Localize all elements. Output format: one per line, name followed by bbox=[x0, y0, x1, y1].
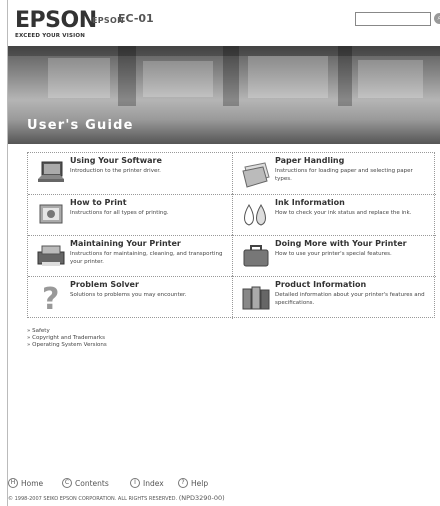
section-ink-information[interactable]: Ink Information How to check your ink st… bbox=[232, 194, 436, 235]
print-icon bbox=[39, 204, 63, 224]
extra-links: Safety Copyright and Trademarks Operatin… bbox=[27, 328, 107, 349]
section-title: Maintaining Your Printer bbox=[70, 239, 181, 248]
section-doing-more[interactable]: Doing More with Your Printer How to use … bbox=[232, 235, 436, 276]
section-using-your-software[interactable]: Using Your Software Introduction to the … bbox=[28, 153, 232, 194]
search-input[interactable] bbox=[355, 12, 431, 26]
banner-image: User's Guide bbox=[8, 46, 440, 144]
footer-nav: H Home C Contents I Index ? Help bbox=[8, 478, 440, 492]
section-maintaining-your-printer[interactable]: Maintaining Your Printer Instructions fo… bbox=[28, 235, 232, 276]
section-desc: Detailed information about your printer'… bbox=[275, 292, 425, 306]
link-os-versions[interactable]: Operating System Versions bbox=[27, 342, 107, 349]
section-paper-handling[interactable]: Paper Handling Instructions for loading … bbox=[232, 153, 436, 194]
section-title: Problem Solver bbox=[70, 280, 139, 289]
section-how-to-print[interactable]: How to Print Instructions for all types … bbox=[28, 194, 232, 235]
nav-contents[interactable]: C Contents bbox=[62, 478, 109, 488]
section-desc: How to use your printer's special featur… bbox=[275, 251, 392, 257]
copyright: © 1998-2007 SEIKO EPSON CORPORATION. ALL… bbox=[8, 494, 225, 502]
svg-text:?: ? bbox=[42, 282, 59, 313]
logo-tagline: EXCEED YOUR VISION bbox=[15, 33, 86, 39]
section-title: Using Your Software bbox=[70, 156, 162, 165]
ink-drops-icon bbox=[244, 204, 266, 226]
contents-icon: C bbox=[62, 478, 72, 488]
link-copyright[interactable]: Copyright and Trademarks bbox=[27, 335, 107, 342]
section-desc: Instructions for loading paper and selec… bbox=[275, 168, 413, 182]
search-icon[interactable]: ⌕ bbox=[434, 13, 440, 24]
laptop-icon bbox=[38, 161, 64, 182]
nav-label: Contents bbox=[75, 478, 109, 488]
section-problem-solver[interactable]: ? Problem Solver Solutions to problems y… bbox=[28, 276, 232, 319]
nav-help[interactable]: ? Help bbox=[178, 478, 208, 488]
epson-logo[interactable]: EPSON EXCEED YOUR VISION bbox=[15, 8, 97, 40]
model-name: EC-01 bbox=[118, 12, 154, 25]
section-desc: How to check your ink status and replace… bbox=[275, 210, 412, 216]
section-desc: Solutions to problems you may encounter. bbox=[70, 292, 187, 298]
nav-label: Help bbox=[191, 478, 209, 488]
section-desc: Instructions for maintaining, cleaning, … bbox=[70, 251, 223, 265]
bag-icon bbox=[243, 245, 269, 267]
section-product-information[interactable]: Product Information Detailed information… bbox=[232, 276, 436, 319]
logo-word: EPSON bbox=[15, 8, 97, 33]
index-icon: I bbox=[130, 478, 140, 488]
document-code: (NPD3290-00) bbox=[178, 494, 225, 502]
section-title: Doing More with Your Printer bbox=[275, 239, 407, 248]
link-safety[interactable]: Safety bbox=[27, 328, 107, 335]
section-title: Paper Handling bbox=[275, 156, 345, 165]
files-icon bbox=[242, 286, 270, 310]
nav-label: Index bbox=[143, 478, 164, 488]
nav-home[interactable]: H Home bbox=[8, 478, 43, 488]
section-title: How to Print bbox=[70, 198, 127, 207]
section-title: Ink Information bbox=[275, 198, 345, 207]
paper-icon bbox=[242, 162, 270, 188]
section-desc: Introduction to the printer driver. bbox=[70, 168, 161, 174]
section-grid: Using Your Software Introduction to the … bbox=[27, 152, 436, 319]
copyright-text: © 1998-2007 SEIKO EPSON CORPORATION. ALL… bbox=[8, 496, 178, 502]
question-icon: ? bbox=[42, 282, 59, 313]
nav-label: Home bbox=[21, 478, 44, 488]
help-icon: ? bbox=[178, 478, 188, 488]
home-icon: H bbox=[8, 478, 18, 488]
nav-index[interactable]: I Index bbox=[130, 478, 164, 488]
section-desc: Instructions for all types of printing. bbox=[70, 210, 169, 216]
section-title: Product Information bbox=[275, 280, 367, 289]
header: EPSON EXCEED YOUR VISION EPSON EC-01 ⌕ bbox=[8, 0, 440, 46]
page-frame: EPSON EXCEED YOUR VISION EPSON EC-01 ⌕ U… bbox=[7, 0, 440, 506]
page-title: User's Guide bbox=[27, 118, 134, 133]
printer-icon bbox=[37, 245, 65, 266]
